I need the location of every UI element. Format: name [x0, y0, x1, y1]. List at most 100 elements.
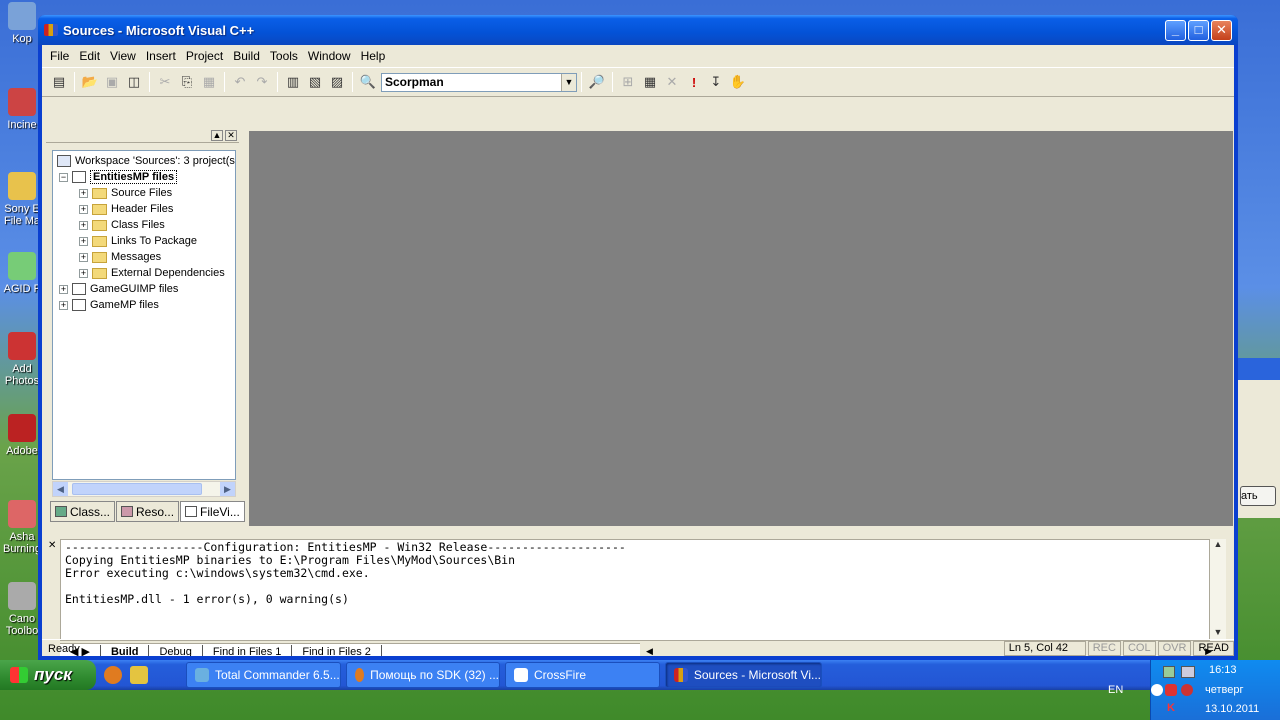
firefox-icon[interactable]	[104, 666, 122, 684]
tray-app-icon[interactable]	[1163, 666, 1175, 678]
close-icon[interactable]: ✕	[48, 540, 56, 551]
visual-cpp-icon	[674, 668, 688, 682]
output-vscrollbar[interactable]: ▲ ▼	[1210, 539, 1226, 641]
paste-icon[interactable]: ▦	[198, 71, 220, 93]
status-read: READ	[1193, 641, 1234, 656]
background-button[interactable]: ать	[1240, 486, 1276, 506]
k-icon[interactable]: K	[1167, 702, 1175, 714]
workspace-icon[interactable]: ▥	[282, 71, 304, 93]
collapse-icon[interactable]: −	[59, 172, 68, 182]
close-icon[interactable]: ✕	[225, 130, 237, 141]
arrow-icon[interactable]	[1151, 684, 1163, 696]
copy-icon[interactable]: ⎘	[176, 71, 198, 93]
scroll-left-icon[interactable]: ◀	[53, 482, 68, 496]
class-view-icon	[55, 506, 67, 517]
execute-icon[interactable]: !	[683, 71, 705, 93]
quicklaunch-icon[interactable]	[130, 666, 148, 684]
tree-project[interactable]: + GameMP files	[59, 297, 159, 313]
menu-file[interactable]: File	[50, 49, 69, 63]
clock-time[interactable]: 16:13	[1209, 664, 1237, 676]
expand-icon[interactable]: +	[79, 268, 88, 278]
close-button[interactable]: ✕	[1211, 19, 1232, 41]
dock-icon[interactable]: ▲	[211, 130, 223, 141]
task-crossfire[interactable]: CrossFire	[505, 662, 660, 688]
task-sdk-help[interactable]: Помощь по SDK (32) ...	[346, 662, 500, 688]
menu-edit[interactable]: Edit	[79, 49, 100, 63]
menu-build[interactable]: Build	[233, 49, 260, 63]
task-visual-cpp[interactable]: Sources - Microsoft Vi...	[665, 662, 822, 688]
stop-build-icon[interactable]: ✕	[661, 71, 683, 93]
language-indicator[interactable]: EN	[1108, 684, 1123, 696]
chevron-down-icon[interactable]: ▼	[561, 73, 576, 91]
output-icon[interactable]: ▧	[304, 71, 326, 93]
file-tree: Workspace 'Sources': 3 project(s − Entit…	[52, 150, 236, 480]
menu-tools[interactable]: Tools	[270, 49, 298, 63]
shield-icon[interactable]	[1181, 684, 1193, 696]
window-title: Sources - Microsoft Visual C++	[63, 22, 255, 38]
tab-classview[interactable]: Class...	[50, 501, 116, 522]
scroll-right-icon[interactable]: ▶	[220, 482, 235, 496]
tree-folder[interactable]: + Links To Package	[79, 233, 197, 249]
menu-project[interactable]: Project	[186, 49, 223, 63]
breakpoint-icon[interactable]: ✋	[727, 71, 749, 93]
status-rec: REC	[1087, 641, 1121, 656]
tree-folder[interactable]: + Header Files	[79, 201, 173, 217]
expand-icon[interactable]: +	[79, 204, 88, 214]
output-text[interactable]: --------------------Configuration: Entit…	[60, 539, 1210, 641]
tree-folder[interactable]: + External Dependencies	[79, 265, 225, 281]
title-bar[interactable]: Sources - Microsoft Visual C++ _ □ ✕	[38, 15, 1238, 45]
expand-icon[interactable]: +	[79, 252, 88, 262]
cut-icon[interactable]: ✂	[154, 71, 176, 93]
workspace-hscrollbar[interactable]: ◀ ▶	[52, 481, 236, 497]
status-position: Ln 5, Col 42	[1003, 641, 1086, 656]
tree-project[interactable]: + GameGUIMP files	[59, 281, 178, 297]
undo-icon[interactable]: ↶	[229, 71, 251, 93]
window-list-icon[interactable]: ▨	[326, 71, 348, 93]
tab-fileview[interactable]: FileVi...	[180, 501, 245, 522]
mdi-client-area[interactable]	[249, 131, 1233, 526]
start-button[interactable]: пуск	[0, 660, 96, 690]
tree-folder[interactable]: + Source Files	[79, 185, 172, 201]
workspace-panel: ▲ ✕ Workspace 'Sources': 3 project(s − E…	[46, 129, 245, 524]
workspace-icon	[57, 155, 71, 167]
expand-icon[interactable]: +	[79, 220, 88, 230]
tree-root[interactable]: Workspace 'Sources': 3 project(s	[57, 153, 235, 169]
clock-day: четверг	[1205, 684, 1244, 696]
save-icon[interactable]: ▣	[101, 71, 123, 93]
expand-icon[interactable]: +	[59, 300, 68, 310]
go-icon[interactable]: ↧	[705, 71, 727, 93]
workspace-grip[interactable]: ▲ ✕	[46, 129, 239, 143]
minimize-button[interactable]: _	[1165, 19, 1186, 41]
tab-resourceview[interactable]: Reso...	[116, 501, 180, 522]
menu-insert[interactable]: Insert	[146, 49, 176, 63]
app-icon[interactable]	[44, 24, 58, 36]
compile-icon[interactable]: ⊞	[617, 71, 639, 93]
find-in-files-icon[interactable]: 🔍	[357, 71, 379, 93]
find-combo[interactable]: Scorpman ▼	[381, 72, 577, 92]
network-icon[interactable]	[1181, 666, 1195, 678]
scroll-up-icon[interactable]: ▲	[1210, 539, 1226, 553]
expand-icon[interactable]: +	[59, 284, 68, 294]
scroll-thumb[interactable]	[72, 483, 202, 495]
save-all-icon[interactable]: ◫	[123, 71, 145, 93]
task-total-commander[interactable]: Total Commander 6.5...	[186, 662, 341, 688]
expand-icon[interactable]: +	[79, 188, 88, 198]
maximize-button[interactable]: □	[1188, 19, 1209, 41]
tree-folder[interactable]: + Messages	[79, 249, 161, 265]
status-col: COL	[1122, 641, 1156, 656]
open-icon[interactable]: 📂	[79, 71, 101, 93]
folder-icon	[92, 235, 107, 247]
search-icon[interactable]: 🔎	[586, 71, 608, 93]
menu-view[interactable]: View	[110, 49, 136, 63]
resource-view-icon	[121, 506, 134, 517]
tree-project-entitiesmp[interactable]: − EntitiesMP files	[59, 169, 178, 185]
redo-icon[interactable]: ↷	[251, 71, 273, 93]
new-text-file-icon[interactable]: ▤	[48, 71, 70, 93]
menu-help[interactable]: Help	[361, 49, 386, 63]
expand-icon[interactable]: +	[79, 236, 88, 246]
menu-window[interactable]: Window	[308, 49, 351, 63]
build-icon[interactable]: ▦	[639, 71, 661, 93]
antivirus-icon[interactable]	[1165, 684, 1177, 696]
tree-folder[interactable]: + Class Files	[79, 217, 165, 233]
folder-icon	[92, 203, 107, 215]
